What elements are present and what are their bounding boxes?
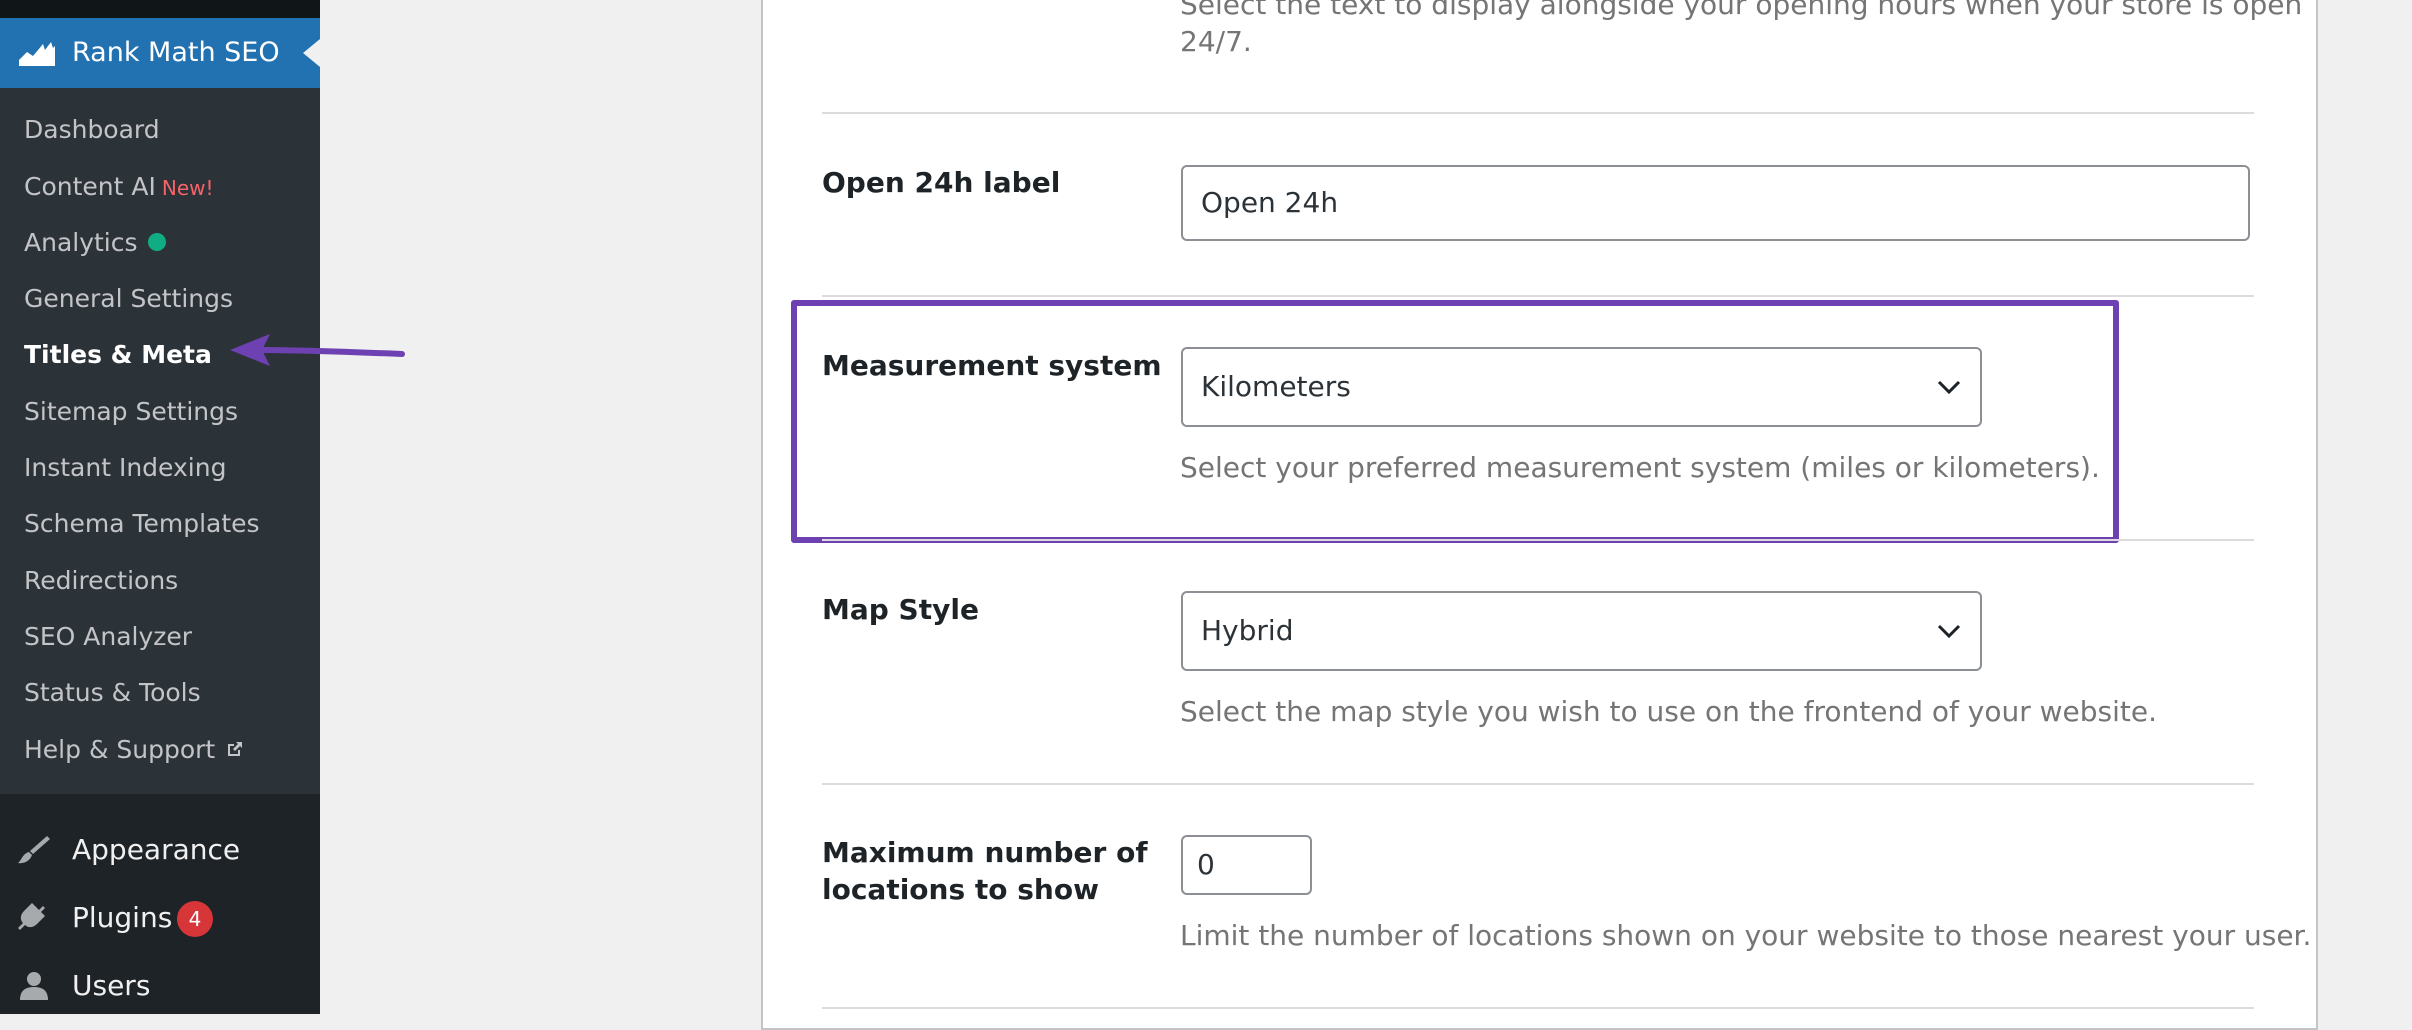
submenu-label: Help & Support — [24, 735, 216, 764]
submenu-sitemap-settings[interactable]: Sitemap Settings — [24, 392, 238, 432]
submenu-instant-indexing[interactable]: Instant Indexing — [24, 448, 226, 488]
submenu-label: Redirections — [24, 566, 179, 595]
submenu-label: Titles & Meta — [24, 340, 212, 369]
current-menu-notch — [303, 39, 320, 67]
submenu-redirections[interactable]: Redirections — [24, 561, 178, 601]
open24h-input[interactable]: Open 24h — [1181, 165, 2250, 241]
submenu-schema-templates[interactable]: Schema Templates — [24, 504, 260, 544]
user-icon — [20, 972, 48, 1000]
rank-math-submenu: Dashboard Content AI New! Analytics Gener… — [0, 88, 320, 794]
plugin-icon — [18, 903, 45, 930]
annotation-arrow-icon — [230, 334, 405, 366]
max-locations-label: Maximum number of — [822, 836, 1148, 869]
submenu-status-tools[interactable]: Status & Tools — [24, 673, 201, 713]
open247-description: Select the text to display alongside you… — [1180, 0, 2303, 21]
sidebar-item-label: Rank Math SEO — [72, 37, 280, 68]
submenu-titles-meta[interactable]: Titles & Meta — [24, 335, 212, 375]
external-link-icon — [228, 742, 243, 756]
submenu-dashboard[interactable]: Dashboard — [24, 110, 160, 150]
submenu-analytics[interactable]: Analytics — [24, 223, 166, 263]
map-style-description: Select the map style you wish to use on … — [1180, 695, 2158, 728]
max-locations-value: 0 — [1197, 848, 1215, 881]
map-style-label: Map Style — [822, 593, 979, 626]
sidebar-item-rank-math[interactable]: Rank Math SEO — [0, 18, 320, 88]
highlight-box — [791, 300, 2119, 543]
max-locations-description: Limit the number of locations shown on y… — [1180, 919, 2312, 952]
open24h-value: Open 24h — [1201, 186, 1339, 219]
chevron-down-icon — [1937, 624, 1961, 639]
submenu-label: Status & Tools — [24, 678, 201, 707]
open247-description-cont: 24/7. — [1180, 25, 1252, 58]
sidebar-top-strip — [0, 0, 320, 18]
select-value: Hybrid — [1201, 614, 1294, 647]
sidebar-item-label: Appearance — [72, 833, 241, 866]
sidebar-item-label: Plugins — [72, 901, 173, 934]
sidebar-item-label: Users — [72, 969, 151, 1002]
submenu-seo-analyzer[interactable]: SEO Analyzer — [24, 617, 192, 657]
row-divider — [822, 783, 2254, 785]
row-divider — [822, 539, 2254, 541]
rank-math-icon — [19, 42, 55, 66]
row-divider — [822, 112, 2254, 114]
sidebar-item-plugins[interactable]: Plugins 4 — [0, 886, 320, 950]
submenu-label: Dashboard — [24, 115, 160, 144]
status-dot-icon — [147, 233, 166, 251]
map-style-select[interactable]: Hybrid — [1181, 591, 1982, 671]
submenu-label: Schema Templates — [24, 509, 260, 538]
new-tag: New! — [161, 176, 214, 200]
sidebar-item-appearance[interactable]: Appearance — [0, 818, 320, 882]
submenu-help-support[interactable]: Help & Support — [24, 730, 245, 770]
submenu-label: Analytics — [24, 228, 138, 257]
submenu-label: Content AI — [24, 172, 156, 201]
max-locations-input[interactable]: 0 — [1181, 835, 1312, 895]
sidebar-item-users[interactable]: Users — [0, 954, 320, 1018]
submenu-content-ai[interactable]: Content AI New! — [24, 167, 214, 207]
update-count-badge: 4 — [177, 901, 213, 937]
row-divider — [822, 295, 2254, 297]
open24h-label: Open 24h label — [822, 166, 1061, 199]
submenu-label: Instant Indexing — [24, 453, 227, 482]
submenu-label: SEO Analyzer — [24, 622, 193, 651]
row-divider — [822, 1007, 2254, 1009]
paintbrush-icon — [18, 836, 50, 864]
admin-sidebar: Rank Math SEO Dashboard Content AI New! A… — [0, 0, 320, 1014]
submenu-label: Sitemap Settings — [24, 397, 239, 426]
submenu-label: General Settings — [24, 284, 234, 313]
max-locations-label-cont: locations to show — [822, 873, 1099, 906]
submenu-general-settings[interactable]: General Settings — [24, 279, 233, 319]
